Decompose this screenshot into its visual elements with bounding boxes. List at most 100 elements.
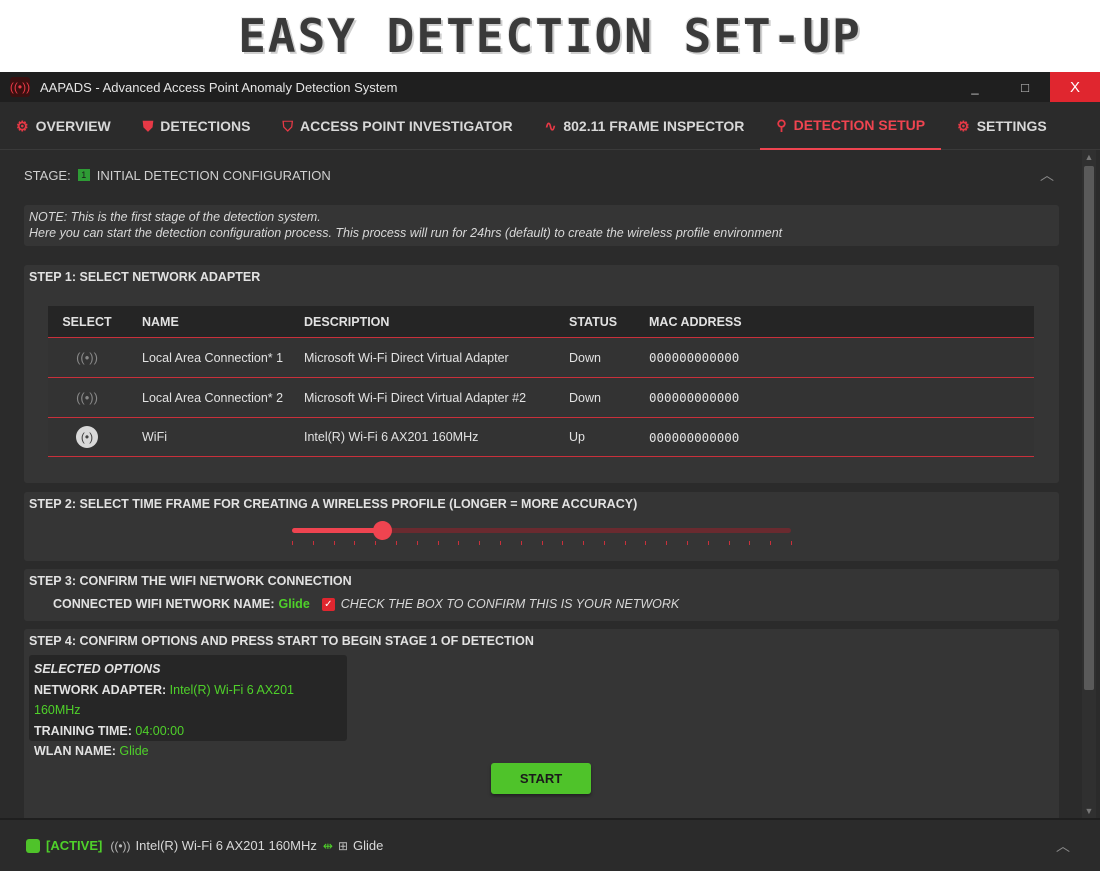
slider-tick [499,541,501,545]
slider-tick [791,541,792,545]
adapter-description: Microsoft Wi-Fi Direct Virtual Adapter #… [304,390,527,405]
app-window: ((•)) AAPADS - Advanced Access Point Ano… [0,72,1100,871]
network-confirm-row: CONNECTED WIFI NETWORK NAME: Glide ✓ CHE… [53,597,679,611]
slider-tick [458,541,460,545]
slider-tick [416,541,418,545]
maximize-button[interactable]: □ [1000,72,1050,102]
network-name-label: CONNECTED WIFI NETWORK NAME: [53,597,275,611]
tab-settings[interactable]: ⚙ SETTINGS [941,102,1063,150]
adapter-name: WiFi [142,430,167,444]
slider-ticks [292,541,792,547]
tab-label: ACCESS POINT INVESTIGATOR [300,118,513,134]
minimize-button[interactable]: _ [950,72,1000,102]
antenna-selected-icon[interactable]: (•) [76,426,98,448]
col-name: NAME [142,314,179,329]
confirm-network-checkbox[interactable]: ✓ [321,597,335,611]
slider-tick [770,541,772,545]
slider-handle[interactable] [372,521,392,540]
status-bar: [ACTIVE] ((•)) Intel(R) Wi-Fi 6 AX201 16… [0,818,1100,871]
slider-tick [437,541,439,545]
table-row[interactable]: ((•)) Local Area Connection* 2 Microsoft… [48,377,1034,417]
status-indicator [26,838,40,853]
scroll-thumb[interactable] [1084,166,1094,690]
start-button[interactable]: START [491,763,591,794]
slider-tick [375,541,377,545]
slider-tick [520,541,522,545]
table-header: SELECT NAME DESCRIPTION STATUS MAC ADDRE… [48,306,1034,337]
tab-label: 802.11 FRAME INSPECTOR [563,118,745,134]
confirm-network-hint: CHECK THE BOX TO CONFIRM THIS IS YOUR NE… [340,597,680,611]
stage-number-badge: 1 [77,169,90,181]
slider-tick [333,541,335,545]
status-network: Glide [353,838,384,853]
link-icon: ⇹ [322,838,333,853]
slider-tick [541,541,543,545]
options-header: SELECTED OPTIONS [34,662,161,676]
tab-detections[interactable]: ⛊ DETECTIONS [127,102,267,150]
stage-prefix: STAGE: [24,167,71,183]
antenna-icon[interactable]: ((•)) [76,350,98,365]
window-controls: _ □ X [950,72,1100,102]
chevron-up-icon[interactable]: ︿ [1056,836,1070,856]
scroll-up-icon[interactable]: ▲ [1082,150,1096,164]
col-mac-address: MAC ADDRESS [649,314,742,329]
antenna-icon: ((•)) [110,838,131,853]
time-frame-slider[interactable] [292,521,791,540]
slider-tick [354,541,356,545]
shield-search-icon: ⛉ [282,117,294,134]
step3-title: STEP 3: CONFIRM THE WIFI NETWORK CONNECT… [29,574,352,588]
antenna-icon[interactable]: ((•)) [76,390,98,405]
slider-tick [707,541,709,545]
stage-header[interactable]: STAGE: 1 INITIAL DETECTION CONFIGURATION… [24,164,1060,186]
adapter-name: Local Area Connection* 1 [142,350,284,365]
adapter-status: Down [569,350,601,365]
step4-title: STEP 4: CONFIRM OPTIONS AND PRESS START … [29,634,534,648]
tab-label: DETECTIONS [160,118,251,134]
tab-label: SETTINGS [976,118,1047,134]
slider-tick [645,541,647,545]
gear-icon: ⚙ [957,117,970,134]
note-line-2: Here you can start the detection configu… [29,226,783,240]
col-description: DESCRIPTION [304,314,390,329]
chevron-up-icon[interactable]: ︿ [1040,165,1054,185]
col-select: SELECT [62,314,112,329]
table-row[interactable]: ((•)) Local Area Connection* 1 Microsoft… [48,337,1034,377]
tab-frame-inspector[interactable]: ∿ 802.11 FRAME INSPECTOR [529,102,761,150]
adapter-status: Up [569,430,585,444]
table-row[interactable]: (•) WiFi Intel(R) Wi-Fi 6 AX201 160MHz U… [48,417,1034,457]
stage-note: NOTE: This is the first stage of the det… [24,205,1059,246]
adapter-mac: 000000000000 [649,429,740,445]
step2-title: STEP 2: SELECT TIME FRAME FOR CREATING A… [29,497,638,511]
slider-tick [603,541,605,545]
content-scrollbar[interactable]: ▲ ▼ [1082,150,1096,818]
option-adapter: NETWORK ADAPTER: Intel(R) Wi-Fi 6 AX201 … [34,682,294,718]
wave-icon: ∿ [544,117,557,134]
tab-overview[interactable]: ⚙︎ OVERVIEW [0,102,127,150]
slider-tick [292,541,293,545]
step2-panel: STEP 2: SELECT TIME FRAME FOR CREATING A… [24,492,1059,561]
selected-options-box: SELECTED OPTIONS NETWORK ADAPTER: Intel(… [29,655,347,758]
step1-panel: STEP 1: SELECT NETWORK ADAPTER SELECT NA… [24,265,1059,483]
slider-tick [666,541,668,545]
slider-tick [562,541,564,545]
close-button[interactable]: X [1050,72,1100,102]
app-logo-icon: ((•)) [10,77,30,97]
adapter-description: Microsoft Wi-Fi Direct Virtual Adapter [304,350,509,365]
step4-panel: STEP 4: CONFIRM OPTIONS AND PRESS START … [24,629,1059,818]
step1-title: STEP 1: SELECT NETWORK ADAPTER [29,270,261,284]
wrench-icon: ⚲ [776,116,787,133]
option-training-time: TRAINING TIME: 04:00:00 [34,723,185,738]
adapter-table: SELECT NAME DESCRIPTION STATUS MAC ADDRE… [48,306,1034,457]
router-icon: ⚙︎ [16,117,29,134]
adapter-description: Intel(R) Wi-Fi 6 AX201 160MHz [304,430,479,444]
shield-alert-icon: ⛊ [142,117,154,134]
scroll-down-icon[interactable]: ▼ [1082,804,1096,818]
tab-access-point-investigator[interactable]: ⛉ ACCESS POINT INVESTIGATOR [267,102,529,150]
tab-detection-setup[interactable]: ⚲ DETECTION SETUP [760,102,942,150]
slider-tick [312,541,314,545]
note-line-1: NOTE: This is the first stage of the det… [29,210,321,224]
slider-fill [292,528,382,533]
window-title: AAPADS - Advanced Access Point Anomaly D… [40,79,398,95]
col-status: STATUS [569,314,618,329]
tab-label: DETECTION SETUP [793,117,926,133]
